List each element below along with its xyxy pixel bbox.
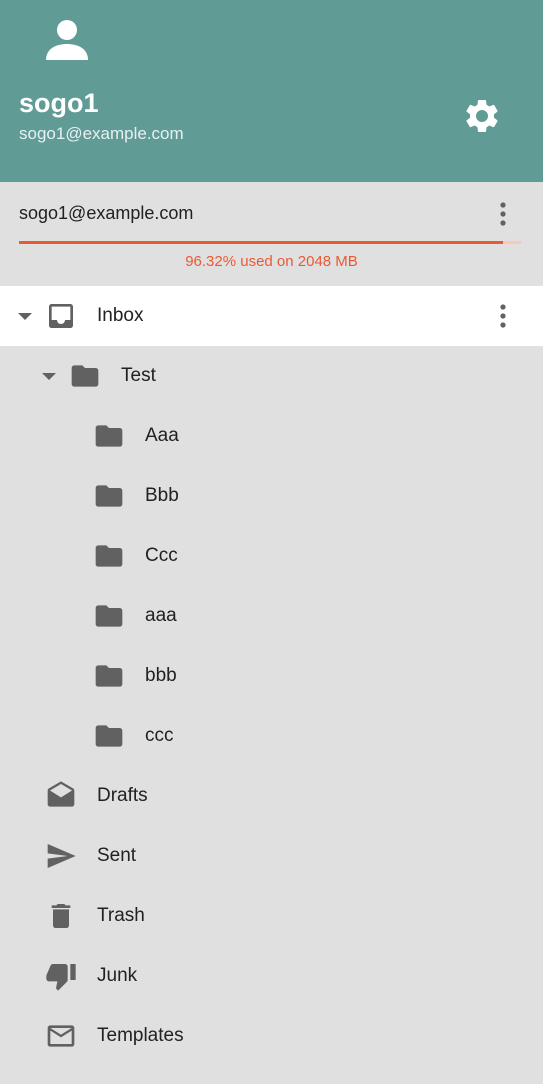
folder-icon: [93, 480, 125, 512]
folder-inbox[interactable]: Inbox: [0, 286, 543, 346]
account-email[interactable]: sogo1@example.com: [19, 203, 193, 224]
trash-icon: [45, 900, 77, 932]
folder-label: ccc: [145, 725, 174, 746]
folder-test[interactable]: Test: [0, 346, 543, 406]
drafts-icon: [45, 780, 77, 812]
mail-icon: [45, 1020, 77, 1052]
gear-icon[interactable]: [462, 96, 502, 136]
folder-label: Aaa: [145, 425, 179, 446]
user-email: sogo1@example.com: [19, 124, 184, 143]
caret-down-icon[interactable]: [18, 310, 32, 322]
folder-drafts[interactable]: Drafts: [0, 766, 543, 826]
folder-trash[interactable]: Trash: [0, 886, 543, 946]
inbox-icon: [45, 300, 77, 332]
folder-label: Sent: [97, 845, 137, 866]
user-name: sogo1: [19, 88, 99, 118]
account-header: sogo1 sogo1@example.com: [0, 0, 543, 182]
folder-icon: [93, 540, 125, 572]
folder-bbb-upper[interactable]: Bbb: [0, 466, 543, 526]
folder-junk[interactable]: Junk: [0, 946, 543, 1006]
folder-bbb-lower[interactable]: bbb: [0, 646, 543, 706]
more-vert-icon[interactable]: [490, 301, 516, 331]
caret-down-icon[interactable]: [42, 370, 56, 382]
quota-bar: [19, 241, 521, 244]
thumb-down-icon: [45, 960, 77, 992]
folder-label: Inbox: [97, 305, 144, 326]
folder-icon: [93, 720, 125, 752]
folder-icon: [93, 660, 125, 692]
folder-label: Trash: [97, 905, 145, 926]
folder-sent[interactable]: Sent: [0, 826, 543, 886]
more-vert-icon[interactable]: [490, 199, 516, 229]
folder-icon: [69, 360, 101, 392]
send-icon: [45, 840, 77, 872]
folder-label: Drafts: [97, 785, 148, 806]
account-section: sogo1@example.com 96.32% used on 2048 MB: [0, 182, 543, 286]
folder-templates[interactable]: Templates: [0, 1006, 543, 1066]
folder-label: Templates: [97, 1025, 184, 1046]
folder-label: bbb: [145, 665, 177, 686]
folder-label: Junk: [97, 965, 138, 986]
quota-bar-fill: [19, 241, 503, 244]
folder-label: aaa: [145, 605, 177, 626]
folder-aaa-lower[interactable]: aaa: [0, 586, 543, 646]
person-icon: [42, 14, 92, 64]
folder-label: Test: [121, 365, 156, 386]
folder-icon: [93, 600, 125, 632]
folder-icon: [93, 420, 125, 452]
folder-label: Bbb: [145, 485, 179, 506]
folder-aaa-upper[interactable]: Aaa: [0, 406, 543, 466]
quota-text: 96.32% used on 2048 MB: [185, 253, 358, 270]
folder-ccc-upper[interactable]: Ccc: [0, 526, 543, 586]
folder-ccc-lower[interactable]: ccc: [0, 706, 543, 766]
folder-label: Ccc: [145, 545, 178, 566]
